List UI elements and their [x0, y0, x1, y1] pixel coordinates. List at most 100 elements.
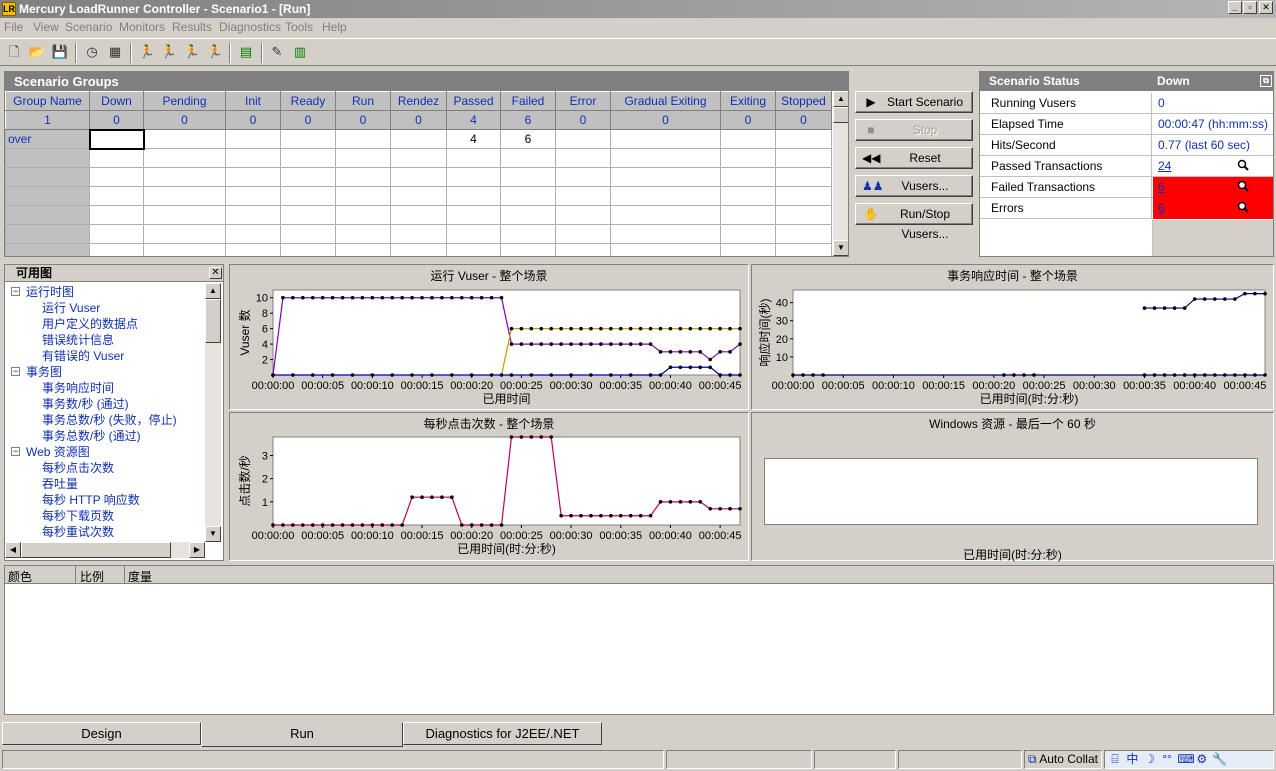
tree-item[interactable]: 每秒点击次数 — [42, 460, 114, 476]
tree-vscrollbar[interactable]: ▲ ▼ — [205, 283, 221, 542]
transaction-response-graph[interactable]: 事务响应时间 - 整个场景 00:00:00 00:00:05 00:00:10 00… — [751, 264, 1274, 410]
ime-punct-icon[interactable]: °° — [1160, 751, 1174, 768]
col-failed[interactable]: Failed — [500, 91, 556, 111]
col-passed[interactable]: Passed — [446, 91, 501, 111]
save-icon[interactable]: 💾 — [51, 43, 69, 61]
tree-item[interactable]: 吞吐量 — [42, 476, 78, 492]
reset-vuser-icon[interactable]: 🏃 — [206, 43, 224, 61]
table-row[interactable]: over 4 6 — [5, 128, 832, 150]
tab-run[interactable]: Run — [201, 722, 403, 747]
col-error[interactable]: Error — [555, 91, 611, 111]
tree-item[interactable]: 每秒下载页数 — [42, 508, 114, 524]
legend-col-color[interactable]: 颜色 — [8, 568, 32, 585]
table-cell[interactable]: 6 — [500, 129, 556, 149]
results-icon[interactable]: ✎ — [268, 43, 286, 61]
tree-item[interactable]: 事务总数/秒 (通过) — [42, 428, 141, 444]
maximize-button[interactable]: ▫ — [1243, 1, 1257, 14]
table-row[interactable] — [5, 205, 832, 225]
tree-item[interactable]: 运行 Vuser — [42, 300, 100, 316]
clock-icon[interactable]: ◷ — [83, 43, 101, 61]
scroll-thumb[interactable] — [833, 107, 848, 123]
ime-softkbd-icon[interactable]: ⌨ — [1177, 751, 1194, 768]
gradual-icon[interactable]: 🏃 — [160, 43, 178, 61]
table-cell[interactable] — [555, 129, 611, 149]
tree-item[interactable]: 事务响应时间 — [42, 380, 114, 396]
scroll-right-arrow[interactable]: ▶ — [189, 542, 205, 558]
menu-view[interactable]: View — [33, 20, 59, 34]
tree-item[interactable]: 错误统计信息 — [42, 332, 114, 348]
col-ready[interactable]: Ready — [280, 91, 336, 111]
tab-diagnostics[interactable]: Diagnostics for J2EE/.NET — [403, 722, 602, 745]
windows-resources-graph[interactable]: Windows 资源 - 最后一个 60 秒 已用时间(时:分:秒) — [751, 412, 1274, 562]
scroll-up-arrow[interactable]: ▲ — [205, 283, 221, 299]
col-init[interactable]: Init — [225, 91, 281, 111]
tree-category[interactable]: 运行时图 — [26, 284, 74, 300]
table-cell[interactable] — [335, 129, 391, 149]
col-rendez[interactable]: Rendez — [390, 91, 447, 111]
col-pending[interactable]: Pending — [143, 91, 226, 111]
table-cell[interactable] — [720, 129, 776, 149]
magnifier-icon[interactable] — [1237, 201, 1249, 213]
tree-item[interactable]: 有错误的 Vuser — [42, 348, 124, 364]
col-run[interactable]: Run — [335, 91, 391, 111]
stop-vuser-icon[interactable]: 🏃 — [183, 43, 201, 61]
table-cell[interactable]: 4 — [446, 129, 501, 149]
auto-collate-cell[interactable]: ⧉ Auto Collat — [1024, 750, 1102, 769]
new-icon[interactable]: 🗋 — [5, 43, 23, 61]
errors-link[interactable]: 6 — [1158, 201, 1165, 215]
run-stop-vusers-button[interactable]: ✋ Run/Stop Vusers... — [855, 203, 973, 241]
vusers-button[interactable]: ♟♟ Vusers... — [855, 175, 973, 197]
col-stopped[interactable]: Stopped — [775, 91, 832, 111]
hits-per-second-graph[interactable]: 每秒点击次数 - 整个场景 00:00:00 00:00:05 00:00:10 00… — [229, 412, 749, 561]
ime-moon-icon[interactable]: ☽ — [1143, 751, 1157, 768]
tree-hscrollbar[interactable]: ◀ ▶ — [5, 542, 205, 558]
menu-monitors[interactable]: Monitors — [119, 20, 165, 34]
menu-results[interactable]: Results — [172, 20, 212, 34]
table-row[interactable] — [5, 243, 832, 256]
table-cell[interactable] — [390, 129, 447, 149]
magnifier-icon[interactable] — [1237, 159, 1249, 171]
table-cell[interactable] — [143, 129, 226, 149]
table-cell[interactable] — [88, 128, 145, 150]
tree-item[interactable]: 每秒重试次数 — [42, 524, 114, 540]
magnifier-icon[interactable] — [1237, 180, 1249, 192]
menu-help[interactable]: Help — [322, 20, 347, 34]
tree-item[interactable]: 用户定义的数据点 — [42, 316, 138, 332]
close-icon[interactable]: ✕ — [209, 267, 222, 279]
ime-settings-icon[interactable]: ⚙ — [1195, 751, 1209, 768]
stop-button[interactable]: ■ Stop — [855, 119, 973, 141]
tree-item[interactable]: 事务总数/秒 (失败，停止) — [42, 412, 177, 428]
monitor-icon[interactable]: ▥ — [291, 43, 309, 61]
tree-expand-toggle[interactable]: − — [11, 447, 20, 456]
table-row[interactable] — [5, 186, 832, 206]
tree-expand-toggle[interactable]: − — [11, 367, 20, 376]
col-exiting[interactable]: Exiting — [720, 91, 776, 111]
close-button[interactable]: ✕ — [1259, 1, 1273, 14]
restore-icon[interactable]: ⧉ — [1260, 75, 1272, 87]
tree-item[interactable]: 事务数/秒 (通过) — [42, 396, 129, 412]
failed-transactions-link[interactable]: 6 — [1158, 180, 1165, 194]
menu-tools[interactable]: Tools — [285, 20, 313, 34]
ime-chinese-icon[interactable]: 中 — [1125, 751, 1139, 768]
menu-scenario[interactable]: Scenario — [65, 20, 112, 34]
table-cell[interactable] — [610, 129, 721, 149]
legend-col-measure[interactable]: 度量 — [128, 568, 152, 585]
running-vusers-graph[interactable]: 运行 Vuser - 整个场景 00:00:00 00:00:05 00:00:10… — [229, 264, 749, 410]
scroll-down-arrow[interactable]: ▼ — [833, 240, 848, 256]
run-vuser-icon[interactable]: 🏃 — [138, 43, 156, 61]
col-gradual-exiting[interactable]: Gradual Exiting — [610, 91, 721, 111]
scroll-thumb[interactable] — [21, 542, 171, 558]
table-cell[interactable] — [775, 129, 832, 149]
start-scenario-button[interactable]: ▶ Start Scenario — [855, 91, 973, 113]
menu-file[interactable]: File — [4, 20, 23, 34]
tree-item[interactable]: 每秒 HTTP 响应数 — [42, 492, 140, 508]
groups-scrollbar[interactable]: ▲ ▼ — [833, 91, 848, 256]
scroll-left-arrow[interactable]: ◀ — [5, 542, 21, 558]
minimize-button[interactable]: _ — [1228, 1, 1242, 14]
menu-diagnostics[interactable]: Diagnostics — [219, 20, 281, 34]
tree-category[interactable]: Web 资源图 — [26, 444, 90, 460]
table-row[interactable] — [5, 167, 832, 187]
tree-expand-toggle[interactable]: − — [11, 287, 20, 296]
col-down[interactable]: Down — [89, 91, 144, 111]
scroll-thumb[interactable] — [205, 299, 221, 343]
